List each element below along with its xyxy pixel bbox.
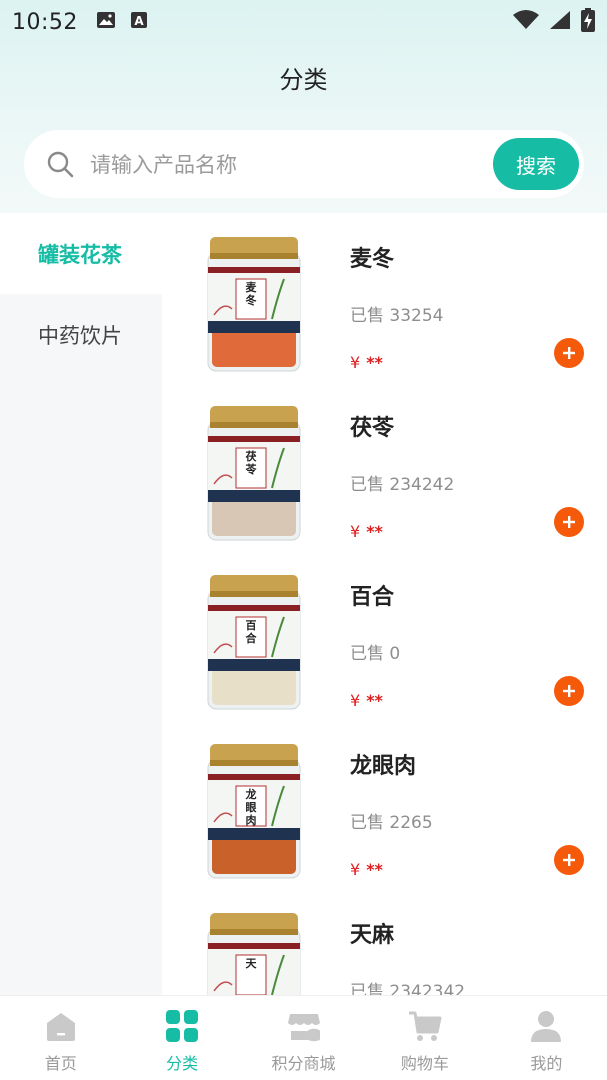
category-sidebar: 罐装花茶 中药饮片: [0, 213, 162, 995]
product-card[interactable]: 天 天麻 已售 2342342: [162, 889, 607, 995]
plus-icon: [563, 516, 575, 528]
product-jar-picture: 茯苓: [207, 406, 301, 541]
product-jar-picture: 麦冬: [207, 237, 301, 372]
add-to-cart-button[interactable]: [554, 338, 584, 368]
add-to-cart-button[interactable]: [554, 845, 584, 875]
price-value: **: [366, 691, 383, 710]
product-name: 百合: [350, 585, 395, 610]
wifi-icon: [513, 10, 539, 34]
category-icon: [166, 1010, 199, 1042]
currency-symbol: ¥: [350, 691, 361, 710]
product-price: ¥ **: [350, 860, 383, 879]
page-title: 分类: [279, 66, 328, 94]
text-app-icon: A: [130, 11, 148, 33]
sidebar-item-canned-flower-tea[interactable]: 罐装花茶: [0, 213, 162, 294]
tab-home[interactable]: 首页: [0, 996, 121, 1080]
currency-symbol: ¥: [350, 860, 361, 879]
product-image[interactable]: 龙眼肉: [182, 742, 326, 890]
product-image[interactable]: 茯苓: [182, 404, 326, 552]
tab-label: 购物车: [400, 1054, 449, 1073]
signal-icon: [549, 10, 571, 34]
product-card[interactable]: 麦冬 麦冬 已售 33254 ¥ **: [162, 213, 607, 382]
cart-icon: [408, 1011, 442, 1041]
product-image[interactable]: 百合: [182, 573, 326, 721]
price-value: **: [366, 353, 383, 372]
add-to-cart-button[interactable]: [554, 507, 584, 537]
add-to-cart-button[interactable]: [554, 676, 584, 706]
product-price: ¥ **: [350, 353, 383, 372]
product-name: 茯苓: [350, 416, 395, 441]
product-name: 龙眼肉: [350, 754, 417, 779]
product-sold-count: 已售 2342342: [350, 982, 466, 995]
points-mall-icon: [287, 1014, 320, 1042]
tab-profile[interactable]: 我的: [486, 996, 607, 1080]
product-image[interactable]: 天: [182, 911, 326, 995]
search-input[interactable]: 请输入产品名称: [90, 149, 237, 179]
currency-symbol: ¥: [350, 353, 361, 372]
svg-text:百合: 百合: [246, 619, 258, 645]
svg-text:麦冬: 麦冬: [246, 280, 258, 307]
product-price: ¥ **: [350, 522, 383, 541]
product-jar-picture: 百合: [207, 575, 301, 710]
home-icon: [46, 1013, 75, 1041]
plus-icon: [563, 685, 575, 697]
product-card[interactable]: 龙眼肉 龙眼肉 已售 2265 ¥ **: [162, 720, 607, 889]
product-card[interactable]: 百合 百合 已售 0 ¥ **: [162, 551, 607, 720]
tab-label: 分类: [166, 1054, 199, 1073]
search-bar[interactable]: 请输入产品名称 搜索: [24, 130, 584, 198]
plus-icon: [563, 854, 575, 866]
price-value: **: [366, 860, 383, 879]
product-sold-count: 已售 33254: [350, 306, 444, 326]
product-sold-count: 已售 234242: [350, 475, 455, 495]
bottom-tab-bar: 首页 分类 积分商城 购物车 我的: [0, 995, 607, 1080]
product-price: ¥ **: [350, 691, 383, 710]
currency-symbol: ¥: [350, 522, 361, 541]
svg-text:龙眼肉: 龙眼肉: [245, 787, 257, 827]
product-sold-count: 已售 0: [350, 644, 401, 664]
tab-label: 我的: [530, 1054, 563, 1073]
svg-text:A: A: [134, 14, 144, 28]
search-button[interactable]: 搜索: [493, 138, 579, 190]
product-sold-count: 已售 2265: [350, 813, 433, 833]
svg-text:茯苓: 茯苓: [245, 449, 258, 476]
svg-text:天: 天: [246, 957, 258, 970]
sidebar-item-herbal-slices[interactable]: 中药饮片: [0, 294, 162, 375]
tab-label: 首页: [44, 1054, 77, 1073]
tab-cart[interactable]: 购物车: [364, 996, 485, 1080]
tab-label: 积分商城: [271, 1054, 336, 1073]
product-card[interactable]: 茯苓 茯苓 已售 234242 ¥ **: [162, 382, 607, 551]
plus-icon: [563, 347, 575, 359]
product-name: 麦冬: [350, 247, 395, 272]
product-image[interactable]: 麦冬: [182, 235, 326, 383]
search-icon: [46, 150, 74, 178]
status-time: 10:52: [12, 9, 78, 35]
battery-charging-icon: [581, 8, 595, 36]
gallery-icon: [96, 11, 116, 33]
status-bar: 10:52 A: [0, 0, 607, 44]
product-list: 麦冬 麦冬 已售 33254 ¥ ** 茯苓 茯苓 已售 234242 ¥ **: [162, 213, 607, 995]
tab-points-mall[interactable]: 积分商城: [243, 996, 364, 1080]
product-jar-picture: 龙眼肉: [207, 744, 301, 879]
tab-category[interactable]: 分类: [121, 996, 242, 1080]
profile-icon: [531, 1011, 562, 1042]
product-name: 天麻: [350, 923, 395, 948]
product-jar-picture: 天: [207, 913, 301, 995]
price-value: **: [366, 522, 383, 541]
